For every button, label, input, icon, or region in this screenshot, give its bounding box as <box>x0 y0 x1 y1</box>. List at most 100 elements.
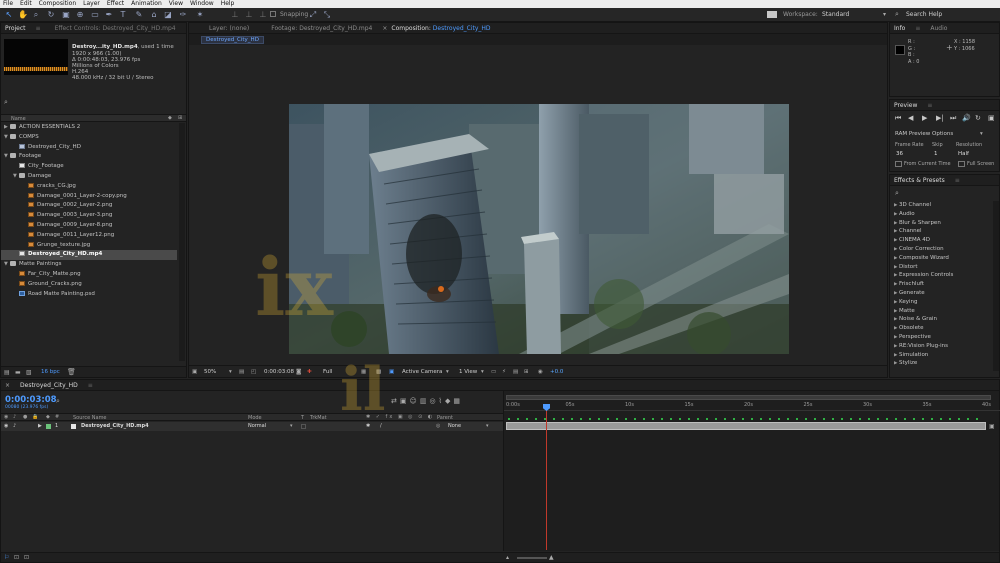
axis-local-icon[interactable]: ⊥ <box>230 10 240 20</box>
layer-label-color[interactable] <box>46 424 51 429</box>
speaker-icon[interactable]: ♪ <box>13 423 16 429</box>
project-item[interactable]: Destroyed_City_HD <box>1 143 177 153</box>
layer-duration-bar[interactable] <box>506 422 986 430</box>
chevron-down-icon[interactable]: ▾ <box>486 423 489 429</box>
zoom-tool-icon[interactable]: ⌕ <box>31 10 41 20</box>
close-icon[interactable]: × <box>5 382 10 389</box>
project-item[interactable]: Road Matte Painting.psd <box>1 290 177 300</box>
pen-tool-icon[interactable]: ✒ <box>104 10 114 20</box>
brush-tool-icon[interactable]: ✎ <box>134 10 144 20</box>
menu-animation[interactable]: Animation <box>131 0 162 8</box>
parent-header[interactable]: Parent <box>437 415 453 421</box>
tab-effect-controls[interactable]: Effect Controls: Destroyed_City_HD.mp4 <box>55 25 176 32</box>
project-item[interactable]: Damage_0001_Layer-2-copy.png <box>1 192 177 202</box>
close-icon[interactable]: × <box>382 25 387 32</box>
workspace-chevron-down-icon[interactable]: ▾ <box>883 11 886 18</box>
tab-effects-presets[interactable]: Effects & Presets <box>894 177 945 184</box>
tab-audio[interactable]: Audio <box>930 25 947 32</box>
pan-behind-tool-icon[interactable]: ⊕ <box>75 10 85 20</box>
tab-effects-menu-icon[interactable]: ≡ <box>955 177 960 184</box>
audio-icon[interactable]: 🔊 <box>962 114 971 122</box>
zoom-out-icon[interactable]: ▴ <box>506 554 509 561</box>
quality-switch-icon[interactable]: / <box>380 423 382 429</box>
full-screen-checkbox[interactable] <box>958 161 965 167</box>
effects-category-item[interactable]: ▶ Composite Wizard <box>890 254 993 263</box>
mask-tool-icon[interactable]: ▭ <box>90 10 100 20</box>
resolution-dropdown[interactable]: Full <box>323 369 332 375</box>
interpret-footage-icon[interactable]: ▤ <box>4 369 10 376</box>
toggle-switches-icon[interactable]: ⚐ <box>4 554 9 561</box>
effects-search-field[interactable]: ⌕ <box>895 189 899 198</box>
project-item[interactable]: City_Footage <box>1 162 177 172</box>
tab-footage[interactable]: Footage: Destroyed_City_HD.mp4 <box>271 25 372 32</box>
effects-category-item[interactable]: ▶ Generate <box>890 289 993 298</box>
type-column-icon[interactable]: ⊞ <box>178 115 182 121</box>
solo-column-icon[interactable]: ● <box>23 414 27 420</box>
tab-project[interactable]: Project <box>5 25 26 32</box>
camera-snapshot-icon[interactable]: ◙ <box>296 369 301 375</box>
trash-icon[interactable]: 🗑 <box>67 368 76 376</box>
label-column-icon[interactable]: ◆ <box>168 115 172 121</box>
project-item[interactable]: ▼ COMPS <box>1 133 177 143</box>
last-frame-icon[interactable]: ⏭ <box>950 114 956 123</box>
new-folder-icon[interactable]: ▬ <box>15 369 21 376</box>
effects-category-item[interactable]: ▶ Perspective <box>890 333 993 342</box>
safe-margins-icon[interactable]: ▤ <box>239 369 244 375</box>
timeline-graph-area[interactable]: 0:00s 05s 10s 15s 20s 25s 30s 35s 40s ▣ <box>503 391 1000 551</box>
magnification-dropdown[interactable]: 50% <box>204 369 216 375</box>
project-item[interactable]: ▼ Damage <box>1 172 177 182</box>
chevron-down-icon[interactable]: ▾ <box>980 131 983 137</box>
menu-view[interactable]: View <box>169 0 183 8</box>
from-current-time-checkbox[interactable] <box>895 161 902 167</box>
frame-blending-icon[interactable]: ▥ <box>420 397 430 405</box>
viewer-canvas[interactable] <box>189 45 887 365</box>
effects-category-item[interactable]: ▶ Keying <box>890 298 993 307</box>
effects-category-item[interactable]: ▶ Frischluft <box>890 280 993 289</box>
rotate-tool-icon[interactable]: ↻ <box>46 10 56 20</box>
menu-layer[interactable]: Layer <box>83 0 100 8</box>
parent-pickwhip-icon[interactable]: ◎ <box>436 423 440 429</box>
effects-category-item[interactable]: ▶ Matte <box>890 307 993 316</box>
effects-category-item[interactable]: ▶ CINEMA 4D <box>890 236 993 245</box>
current-time-display[interactable]: 0:00:03:08 <box>264 369 294 375</box>
project-item[interactable]: Destroyed_City_HD.mp4 <box>1 250 177 261</box>
project-scrollbar[interactable] <box>179 123 185 361</box>
next-frame-icon[interactable]: ▶| <box>936 114 944 122</box>
menu-file[interactable]: File <box>3 0 13 8</box>
view-layout-dropdown[interactable]: 1 View <box>459 369 477 375</box>
clone-stamp-tool-icon[interactable]: ⌂ <box>149 10 159 20</box>
snapshot-icon[interactable]: ◰ <box>251 369 256 375</box>
frame-rate-dropdown[interactable]: 36 <box>896 151 903 157</box>
effects-scrollbar[interactable] <box>993 201 999 371</box>
project-item[interactable]: Damage_0003_Layer-3.png <box>1 211 177 221</box>
layer-number-header[interactable]: # <box>55 414 59 420</box>
project-item[interactable]: Damage_0011_Layer12.png <box>1 231 177 241</box>
new-composition-icon[interactable]: ▧ <box>26 369 32 376</box>
bit-depth-button[interactable]: 16 bpc <box>41 369 60 375</box>
effects-category-item[interactable]: ▶ Audio <box>890 210 993 219</box>
toggle-in-out-icon[interactable]: ⊡ <box>24 554 29 561</box>
reset-exposure-icon[interactable]: ◉ <box>538 369 543 375</box>
3d-view-icon[interactable]: ▣ <box>389 369 394 375</box>
timeline-icon[interactable]: ▤ <box>513 369 518 375</box>
timeline-layer-row[interactable]: ◉ ♪ ▶ 1 Destroyed_City_HD.mp4 Normal ▾ ✱… <box>1 422 503 431</box>
lock-icon[interactable]: ▣ <box>989 423 995 430</box>
tab-preview[interactable]: Preview <box>894 102 917 109</box>
region-of-interest-icon[interactable]: ▦ <box>361 369 366 375</box>
menu-window[interactable]: Window <box>190 0 214 8</box>
lock-column-icon[interactable]: 🔒 <box>32 414 38 420</box>
chevron-down-icon[interactable]: ▾ <box>229 369 232 375</box>
snap-edges-icon[interactable]: ⤢ <box>308 10 318 20</box>
project-item[interactable]: Grunge_texture.jpg <box>1 241 177 251</box>
brainstorm-icon[interactable]: ▦ <box>453 397 463 405</box>
chevron-down-icon[interactable]: ▾ <box>481 369 484 375</box>
zoom-in-icon[interactable]: ▲ <box>549 554 554 561</box>
workspace-dropdown[interactable]: Standard <box>822 11 849 18</box>
menu-effect[interactable]: Effect <box>107 0 124 8</box>
always-preview-icon[interactable]: ▣ <box>192 369 197 375</box>
ram-preview-options-dropdown[interactable]: RAM Preview Options <box>895 131 953 137</box>
eye-icon[interactable]: ◉ <box>4 423 8 429</box>
search-help-field[interactable]: ⌕ Search Help <box>893 10 997 19</box>
effects-category-item[interactable]: ▶ Simulation <box>890 351 993 360</box>
menu-edit[interactable]: Edit <box>20 0 32 8</box>
